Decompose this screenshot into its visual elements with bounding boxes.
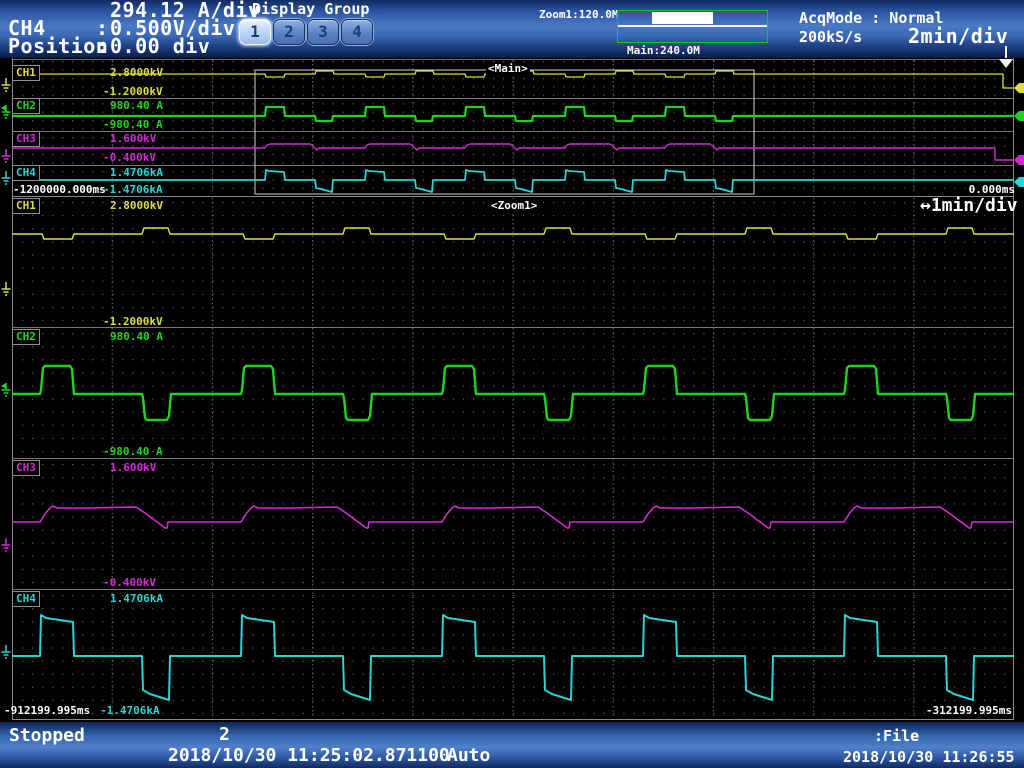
zoom-ch1-scale-bottom: -1.2000kV [103,316,163,328]
main-ch2-scale-bottom: -980.40 A [103,119,163,131]
zoom-view-title: <Zoom1> [489,200,539,212]
zoom-ch4-label: CH4 [12,591,40,607]
zoom-timebase: ↔1min/div [920,197,1018,216]
colon: : [96,36,109,57]
ground-icon [2,149,11,162]
display-group-button-3[interactable]: 3 [307,19,339,45]
main-ch3-label: CH3 [12,131,40,147]
zoom-ch4-scale-bottom: -1.4706kA [100,705,160,717]
main-ch4-label: CH4 [12,165,40,181]
main-ch2-scale-top: 980.40 A [110,100,163,112]
display-group-label: Display Group [252,2,369,18]
clock: 2018/10/30 11:26:55 [843,750,1015,766]
sample-rate: 200kS/s [799,30,862,46]
channel-zero-marker[interactable] [1014,111,1024,121]
main-view-title: <Main> [486,63,530,75]
ground-icon [2,282,11,295]
channel-zero-marker[interactable] [1014,155,1024,165]
trigger-position-tick [1005,46,1007,58]
zoom-waveform-panel [0,196,1024,722]
main-ch4-scale-bottom: -1.4706kA [103,184,163,196]
trigger-mode: Auto [447,747,490,766]
zoom-ch3-scale-top: 1.600kV [110,462,156,474]
ground-icon [2,171,11,184]
zoom-ch3-scale-bottom: -0.400kV [103,577,156,589]
main-timebase: 2min/div [908,26,1008,47]
zoom-record-label: Zoom1:120.0M [539,9,618,21]
zoom-ch2-label: CH2 [12,329,40,345]
channel-zero-marker[interactable] [1014,177,1024,187]
position-value: 0.00 div [110,36,210,57]
position-label: Position [8,36,108,57]
display-group-button-1[interactable]: 1 [239,19,271,45]
zoom-window-indicator[interactable] [652,12,713,24]
ground-icon [2,78,11,91]
main-ch1-scale-top: 2.8000kV [110,67,163,79]
zoom-ch1-scale-top: 2.8000kV [110,200,163,212]
main-ch1-scale-bottom: -1.2000kV [103,86,163,98]
main-ch2-label: CH2 [12,98,40,114]
main-ch1-label: CH1 [12,65,40,81]
ground-icon [2,538,11,551]
channel-zero-marker[interactable] [1014,83,1024,93]
trigger-timestamp: 2018/10/30 11:25:02.871100 [168,747,450,766]
display-group-button-2[interactable]: 2 [273,19,305,45]
main-ch3-scale-bottom: -0.400kV [103,152,156,164]
main-record-label: Main:240.0M [627,45,700,57]
top-status-bar: 294.12 A/div CH4 : 0.500V/div Position :… [0,0,1024,58]
zoom-time-left: -912199.995ms [4,705,90,717]
ground-icon [2,645,11,658]
zoom-time-right: -312199.995ms [910,705,1012,717]
acquisition-state: Stopped [9,727,85,746]
record-number: 2 [219,726,230,745]
zoom-ch3-label: CH3 [12,460,40,476]
zoom-ch2-scale-bottom: -980.40 A [103,446,163,458]
trigger-source-ground-icon [1,383,11,396]
trigger-source-ground-icon [1,105,11,118]
main-ch3-scale-top: 1.600kV [110,133,156,145]
zoom-position-bar[interactable] [617,10,768,43]
zoom-ch4-scale-top: 1.4706kA [110,593,163,605]
file-label[interactable]: :File [874,729,919,745]
zoom-ch1-label: CH1 [12,198,40,214]
oscilloscope-screen: 294.12 A/div CH4 : 0.500V/div Position :… [0,0,1024,768]
main-ch4-scale-top: 1.4706kA [110,167,163,179]
zoom-bar-divider [618,25,767,27]
zoom-ch2-scale-top: 980.40 A [110,331,163,343]
main-time-left: -1200000.000ms [13,184,106,196]
display-group-button-4[interactable]: 4 [341,19,373,45]
main-time-right: 0.000ms [945,184,1015,196]
bottom-status-bar: Stopped 2 2018/10/30 11:25:02.871100 Aut… [0,722,1024,768]
